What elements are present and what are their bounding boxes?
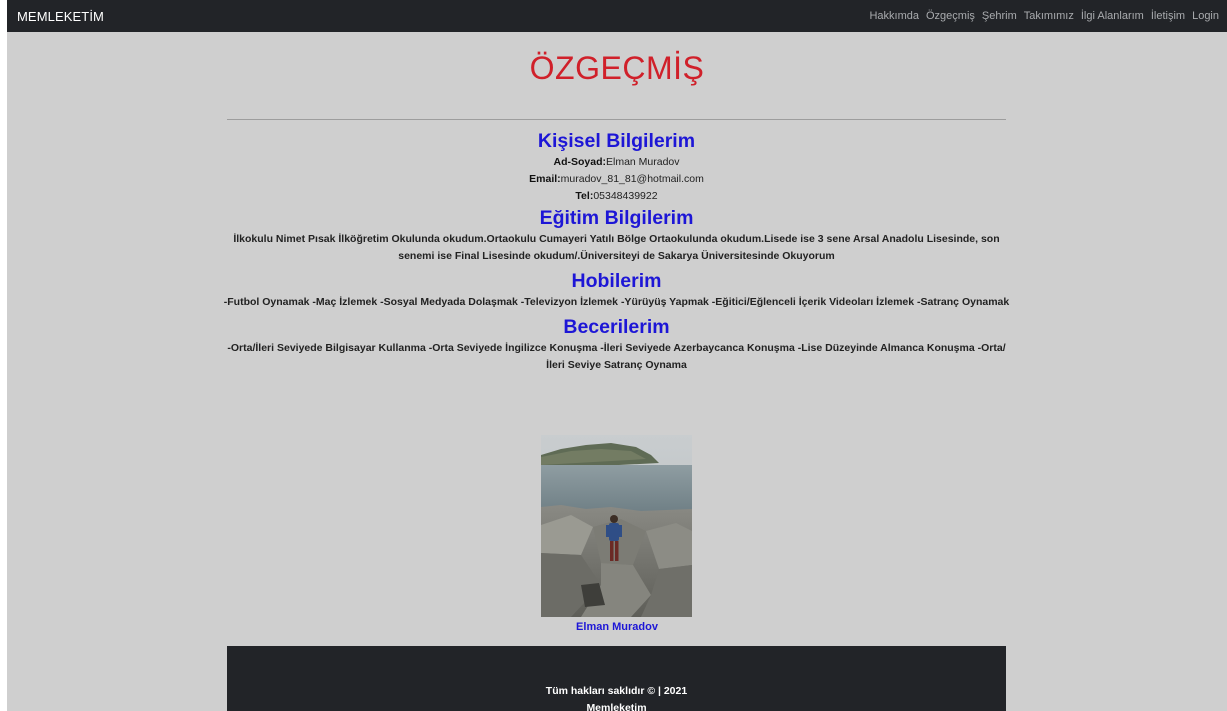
tel-value: 05348439922	[593, 190, 658, 202]
hobbies-text: -Futbol Oynamak -Maç İzlemek -Sosyal Med…	[223, 296, 1010, 308]
nav-link-ilgi-alanlarim[interactable]: İlgi Alanlarım	[1081, 10, 1144, 22]
skills-title: Becerilerim	[563, 316, 670, 338]
email-value: muradov_81_81@hotmail.com	[560, 173, 704, 185]
hobbies-section: Hobilerim -Futbol Oynamak -Maç İzlemek -…	[224, 268, 1009, 311]
brand-logo[interactable]: MEMLEKETİM	[17, 9, 104, 24]
email-line: Email:muradov_81_81@hotmail.com	[227, 171, 1006, 188]
nav-links: Hakkımda Özgeçmiş Şehrim Takımımız İlgi …	[869, 10, 1219, 22]
profile-photo-image	[541, 435, 692, 617]
nav-link-sehrim[interactable]: Şehrim	[982, 10, 1017, 22]
tel-line: Tel:05348439922	[227, 188, 1006, 205]
education-title: Eğitim Bilgilerim	[539, 207, 694, 229]
nav-link-login[interactable]: Login	[1192, 10, 1219, 22]
footer-copyright: Tüm hakları saklıdır © | 2021	[545, 685, 688, 697]
education-text: İlkokulu Nimet Pısak İlköğretim Okulunda…	[233, 233, 1000, 262]
main-content: Kişisel Bilgilerim Ad-Soyad:Elman Murado…	[224, 128, 1009, 377]
name-label: Ad-Soyad:	[553, 156, 606, 168]
page-footer: Tüm hakları saklıdır © | 2021 Memleketim	[227, 646, 1006, 711]
skills-section: Becerilerim -Orta/İleri Seviyede Bilgisa…	[227, 314, 1006, 374]
tel-label: Tel:	[575, 190, 594, 202]
photo-caption: Elman Muradov	[576, 621, 658, 633]
page-title: ÖZGEÇMİŞ	[529, 50, 705, 86]
name-value: Elman Muradov	[605, 156, 680, 168]
top-navbar: MEMLEKETİM Hakkımda Özgeçmiş Şehrim Takı…	[7, 0, 1227, 32]
name-line: Ad-Soyad:Elman Muradov	[227, 154, 1006, 171]
nav-link-hakkimda[interactable]: Hakkımda	[869, 10, 919, 22]
profile-photo	[541, 435, 692, 617]
title-divider	[227, 119, 1006, 120]
footer-site-name: Memleketim	[586, 702, 647, 711]
personal-info-section: Kişisel Bilgilerim Ad-Soyad:Elman Murado…	[227, 128, 1006, 205]
education-section: Eğitim Bilgilerim İlkokulu Nimet Pısak İ…	[227, 205, 1006, 265]
email-label: Email:	[529, 173, 561, 185]
nav-link-takimimiz[interactable]: Takımımız	[1024, 10, 1074, 22]
hobbies-title: Hobilerim	[571, 270, 662, 292]
nav-link-iletisim[interactable]: İletişim	[1151, 10, 1185, 22]
personal-info-title: Kişisel Bilgilerim	[537, 130, 696, 152]
nav-link-ozgecmis[interactable]: Özgeçmiş	[926, 10, 975, 22]
skills-text: -Orta/İleri Seviyede Bilgisayar Kullanma…	[227, 342, 1006, 371]
